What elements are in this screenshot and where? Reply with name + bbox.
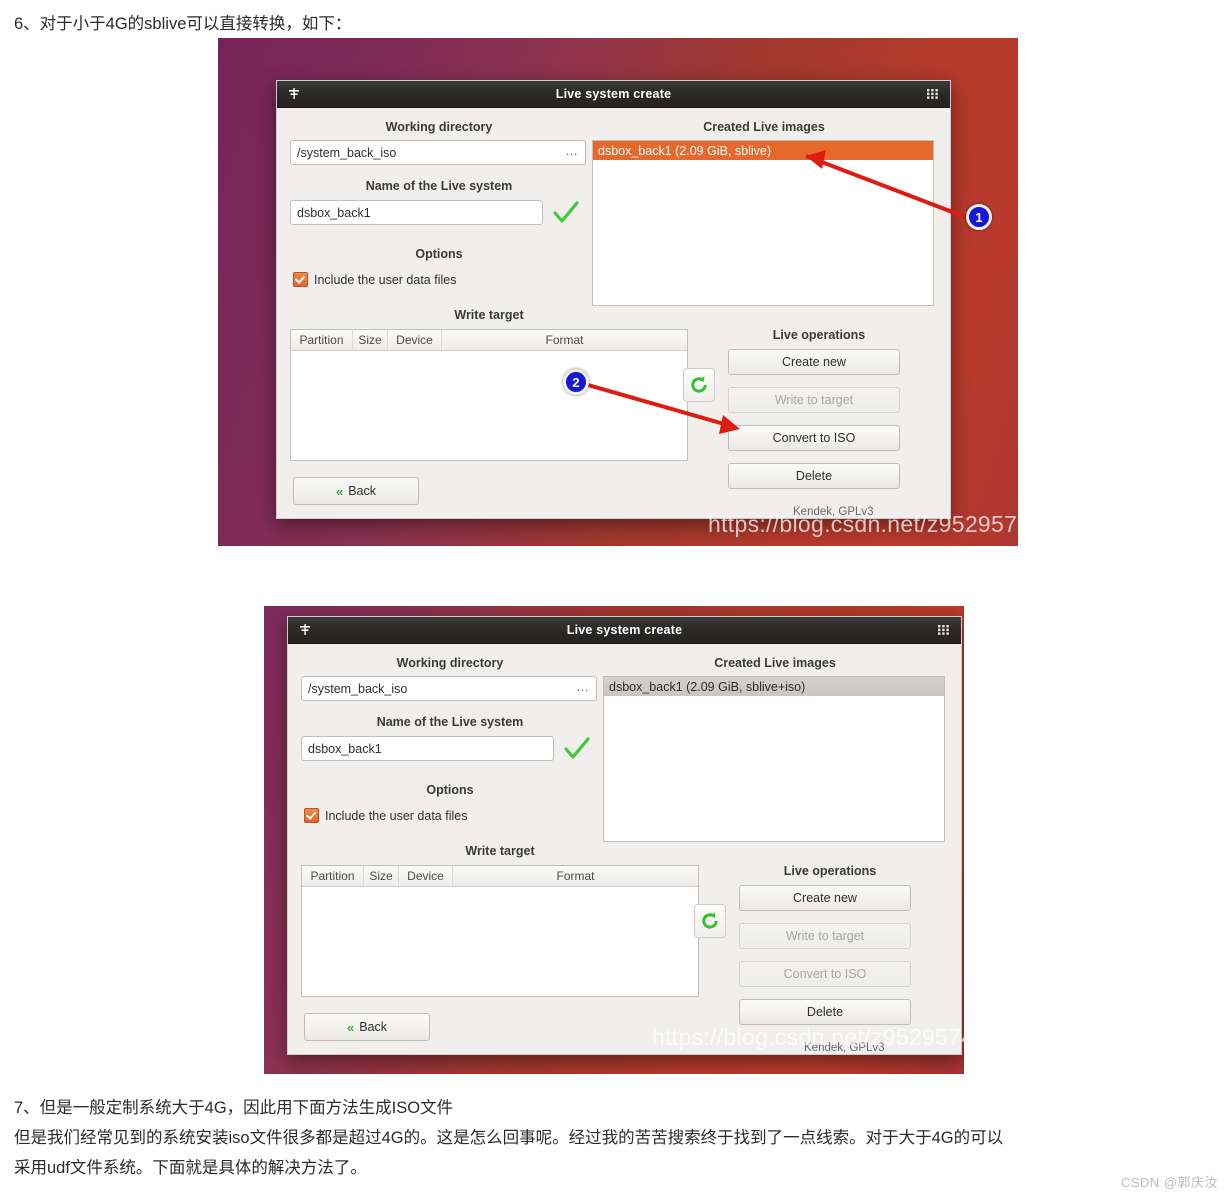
write-to-target-button: Write to target — [739, 923, 911, 949]
convert-to-iso-label: Convert to ISO — [772, 431, 856, 445]
created-live-images-list[interactable]: dsbox_back1 (2.09 GiB, sblive) — [592, 140, 934, 306]
table-header-row: Partition Size Device Format — [302, 866, 698, 887]
grid-icon[interactable] — [925, 86, 941, 102]
include-user-data-checkbox[interactable]: Include the user data files — [304, 808, 467, 823]
live-system-create-window-2: Live system create Working directory /sy… — [287, 616, 962, 1055]
tail-paragraph-3: 采用udf文件系统。下面就是具体的解决方法了。 — [14, 1159, 367, 1177]
created-live-images-list[interactable]: dsbox_back1 (2.09 GiB, sblive+iso) — [603, 676, 945, 842]
live-operations-label: Live operations — [783, 864, 877, 878]
back-chevron-icon: « — [346, 1019, 355, 1035]
working-directory-input[interactable]: /system_back_iso … — [290, 140, 586, 165]
refresh-icon — [691, 376, 707, 393]
created-live-images-label: Created Live images — [714, 656, 836, 670]
titlebar[interactable]: Live system create — [277, 81, 950, 108]
column-header-device: Device — [388, 330, 442, 350]
intro-paragraph: 6、对于小于4G的sblive可以直接转换，如下： — [14, 15, 352, 33]
working-directory-label: Working directory — [385, 120, 493, 134]
create-new-label: Create new — [782, 355, 846, 369]
write-to-target-button: Write to target — [728, 387, 900, 413]
live-system-name-input[interactable]: dsbox_back1 — [290, 200, 543, 225]
create-new-label: Create new — [793, 891, 857, 905]
refresh-button[interactable] — [683, 368, 715, 402]
convert-to-iso-label: Convert to ISO — [783, 967, 867, 981]
window-title: Live system create — [566, 623, 683, 637]
menu-icon[interactable] — [297, 622, 313, 638]
table-header-row: Partition Size Device Format — [291, 330, 687, 351]
tail-paragraph-1: 7、但是一般定制系统大于4G，因此用下面方法生成ISO文件 — [14, 1099, 454, 1117]
window-body: Working directory /system_back_iso … Nam… — [277, 108, 950, 518]
column-header-partition: Partition — [302, 866, 364, 886]
annotation-badge-2: 2 — [563, 369, 589, 395]
include-user-data-checkbox[interactable]: Include the user data files — [293, 272, 456, 287]
convert-to-iso-button[interactable]: Convert to ISO — [728, 425, 900, 451]
live-system-name-value: dsbox_back1 — [297, 205, 371, 220]
browse-icon[interactable]: … — [576, 680, 590, 697]
working-directory-value: /system_back_iso — [297, 145, 397, 160]
column-header-size: Size — [353, 330, 388, 350]
live-system-name-value: dsbox_back1 — [308, 741, 382, 756]
column-header-device: Device — [399, 866, 453, 886]
delete-button[interactable]: Delete — [739, 999, 911, 1025]
create-new-button[interactable]: Create new — [739, 885, 911, 911]
back-button[interactable]: « Back — [293, 477, 419, 505]
live-system-name-label: Name of the Live system — [376, 715, 524, 729]
include-user-data-label: Include the user data files — [314, 272, 457, 287]
list-item[interactable]: dsbox_back1 (2.09 GiB, sblive) — [593, 141, 933, 160]
live-system-name-input[interactable]: dsbox_back1 — [301, 736, 554, 761]
write-to-target-label: Write to target — [785, 929, 865, 943]
checkbox-icon[interactable] — [293, 272, 308, 287]
live-system-create-window-1: Live system create Working directory /sy… — [276, 80, 951, 519]
column-header-format: Format — [556, 869, 595, 883]
write-target-table[interactable]: Partition Size Device Format — [301, 865, 699, 997]
titlebar[interactable]: Live system create — [288, 617, 961, 644]
working-directory-label: Working directory — [396, 656, 504, 670]
back-button-label: Back — [348, 484, 377, 498]
delete-label: Delete — [795, 469, 833, 483]
options-label: Options — [426, 783, 474, 797]
column-header-partition: Partition — [291, 330, 353, 350]
write-target-label: Write target — [465, 844, 535, 858]
menu-icon[interactable] — [286, 86, 302, 102]
working-directory-value: /system_back_iso — [308, 681, 408, 696]
created-live-images-label: Created Live images — [703, 120, 825, 134]
annotation-badge-1: 1 — [966, 204, 992, 230]
back-button[interactable]: « Back — [304, 1013, 430, 1041]
list-item[interactable]: dsbox_back1 (2.09 GiB, sblive+iso) — [604, 677, 944, 696]
screenshot-2: Live system create Working directory /sy… — [264, 606, 964, 1074]
tail-paragraph-2: 但是我们经常见到的系统安装iso文件很多都是超过4G的。这是怎么回事呢。经过我的… — [14, 1129, 1004, 1147]
window-title: Live system create — [555, 87, 672, 101]
browse-icon[interactable]: … — [565, 144, 579, 161]
create-new-button[interactable]: Create new — [728, 349, 900, 375]
write-to-target-label: Write to target — [774, 393, 854, 407]
column-header-size: Size — [364, 866, 399, 886]
blog-watermark-2: https://blog.csdn.net/z952957407 — [652, 1024, 964, 1050]
csdn-credit: CSDN @郭庆汝 — [1120, 1175, 1218, 1190]
refresh-icon — [702, 912, 718, 929]
write-target-label: Write target — [454, 308, 524, 322]
screenshot-1: Live system create Working directory /sy… — [218, 38, 1018, 546]
window-body: Working directory /system_back_iso … Nam… — [288, 644, 961, 1054]
blog-watermark-1: https://blog.csdn.net/z952957407 — [708, 511, 1018, 537]
delete-label: Delete — [806, 1005, 844, 1019]
write-target-table[interactable]: Partition Size Device Format — [290, 329, 688, 461]
name-valid-check-icon — [552, 200, 580, 230]
back-button-label: Back — [359, 1020, 388, 1034]
options-label: Options — [415, 247, 463, 261]
column-header-format: Format — [545, 333, 584, 347]
name-valid-check-icon — [563, 736, 591, 766]
live-system-name-label: Name of the Live system — [365, 179, 513, 193]
grid-icon[interactable] — [936, 622, 952, 638]
checkbox-icon[interactable] — [304, 808, 319, 823]
working-directory-input[interactable]: /system_back_iso … — [301, 676, 597, 701]
include-user-data-label: Include the user data files — [325, 808, 468, 823]
back-chevron-icon: « — [335, 483, 344, 499]
convert-to-iso-button: Convert to ISO — [739, 961, 911, 987]
live-operations-label: Live operations — [772, 328, 866, 342]
delete-button[interactable]: Delete — [728, 463, 900, 489]
refresh-button[interactable] — [694, 904, 726, 938]
